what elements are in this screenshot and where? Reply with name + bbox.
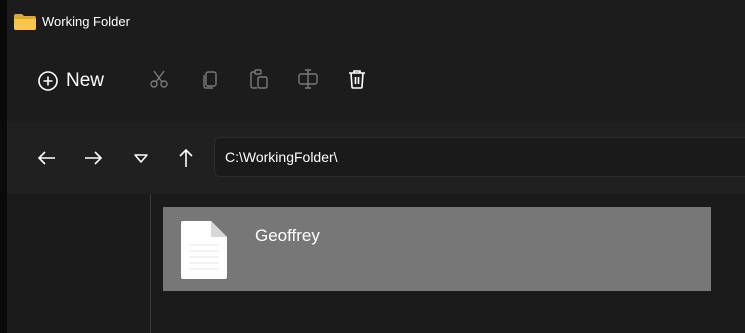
paste-icon[interactable] — [248, 68, 270, 90]
file-item[interactable]: Geoffrey — [163, 207, 711, 291]
navigation-bar — [7, 122, 745, 194]
file-name: Geoffrey — [255, 226, 320, 245]
rename-icon[interactable] — [297, 68, 319, 90]
forward-arrow-icon[interactable] — [82, 147, 104, 169]
back-arrow-icon[interactable] — [36, 147, 58, 169]
window-frame — [0, 0, 7, 333]
plus-circle-icon — [37, 70, 59, 92]
title-bar: Working Folder — [7, 0, 745, 44]
cut-icon[interactable] — [148, 68, 170, 90]
command-bar: New — [7, 44, 745, 122]
window-title: Working Folder — [42, 14, 130, 29]
address-bar[interactable] — [214, 137, 745, 177]
new-button[interactable]: New — [37, 66, 104, 96]
address-input[interactable] — [225, 147, 725, 167]
new-button-label: New — [66, 70, 105, 91]
up-arrow-icon[interactable] — [175, 147, 197, 169]
file-list: Geoffrey — [151, 194, 745, 333]
delete-icon[interactable] — [346, 68, 368, 90]
copy-icon[interactable] — [200, 68, 222, 90]
folder-icon — [14, 14, 36, 30]
document-icon — [181, 221, 227, 279]
navigation-pane — [7, 194, 150, 333]
recent-locations-icon[interactable] — [130, 147, 152, 169]
